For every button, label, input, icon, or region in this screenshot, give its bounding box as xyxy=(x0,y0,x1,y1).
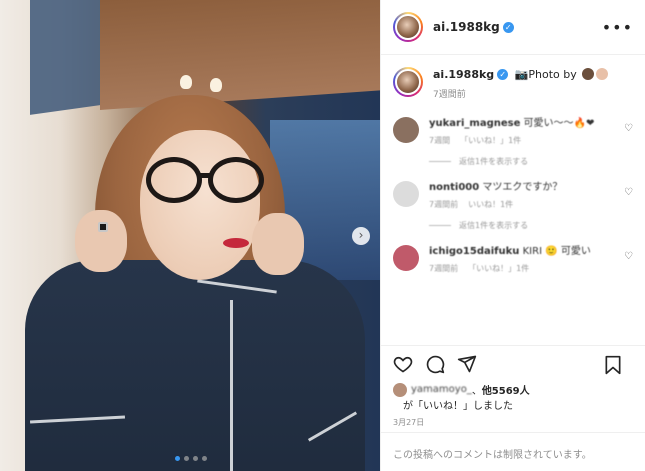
subject-face xyxy=(140,130,260,280)
comment-time[interactable]: 7週間前 xyxy=(429,200,458,209)
subject-glasses xyxy=(140,157,268,203)
subject-sweater xyxy=(25,260,365,471)
carousel-dots xyxy=(175,456,207,461)
comment-item: nonti000 マツエクですか？ 7週間前 いいね！1件 返信1件を表示する ♡ xyxy=(393,181,633,231)
likes-separator: 、 xyxy=(471,386,482,397)
carousel-next-button[interactable]: › xyxy=(352,227,370,245)
caption-text: Photo by xyxy=(528,68,577,81)
replies-divider xyxy=(429,225,451,226)
sweater-stripe xyxy=(29,415,126,424)
post-side-panel: ai.1988kg ✓ ••• ai.1988kg ✓ 📷Photo by 7週間… xyxy=(380,0,645,471)
view-replies-label: 返信1件を表示する xyxy=(459,221,529,230)
emoji-face-icon xyxy=(596,68,609,80)
view-replies-label: 返信1件を表示する xyxy=(459,157,529,166)
sweater-stripe xyxy=(307,411,358,442)
subject-hand-left xyxy=(75,210,127,272)
comment-text: 可愛い〜〜🔥❤ xyxy=(523,118,595,129)
author-avatar[interactable] xyxy=(393,12,423,42)
photo-subject xyxy=(20,95,370,471)
comment-text: KIRI 🙂 可愛い xyxy=(522,246,591,257)
post-caption: ai.1988kg ✓ 📷Photo by 7週間前 xyxy=(393,67,633,103)
view-replies-button[interactable]: 返信1件を表示する xyxy=(429,156,614,167)
comment-like-heart-icon[interactable]: ♡ xyxy=(624,187,633,198)
ceiling-light xyxy=(180,75,192,89)
emoji-face-icon xyxy=(582,68,595,80)
sweater-stripe xyxy=(230,300,233,471)
sweater-stripe xyxy=(197,279,277,294)
comment-meta: 7週間前 いいね！1件 xyxy=(429,199,614,210)
background-ceiling xyxy=(100,0,380,111)
subject-hand-right xyxy=(252,213,304,275)
commenter-username[interactable]: ichigo15daifuku xyxy=(429,246,519,257)
comment-item: yukari_magnese 可愛い〜〜🔥❤ 7週間 「いいね！」1件 返信1件を… xyxy=(393,117,633,167)
carousel-dot xyxy=(202,456,207,461)
verified-badge-icon: ✓ xyxy=(502,21,514,33)
comment-likes[interactable]: いいね！1件 xyxy=(468,200,513,209)
comment-line: yukari_magnese 可愛い〜〜🔥❤ xyxy=(429,117,614,131)
comment-body: nonti000 マツエクですか？ 7週間前 いいね！1件 返信1件を表示する xyxy=(429,181,614,231)
comment-likes[interactable]: 「いいね！」1件 xyxy=(468,264,529,273)
comment-like-heart-icon[interactable]: ♡ xyxy=(624,251,633,262)
replies-divider xyxy=(429,161,451,162)
caption-avatar-image xyxy=(395,69,421,95)
caption-avatar[interactable] xyxy=(393,67,423,97)
more-options-icon[interactable]: ••• xyxy=(602,18,633,37)
comment-time[interactable]: 7週間 xyxy=(429,136,450,145)
comment-like-heart-icon[interactable]: ♡ xyxy=(624,123,633,134)
comments-restricted-notice: この投稿へのコメントは制限されています。 xyxy=(381,432,645,471)
glasses-lens-right xyxy=(208,157,264,203)
comment-time[interactable]: 7週間前 xyxy=(429,264,458,273)
ceiling-light xyxy=(210,78,222,92)
bookmark-icon[interactable] xyxy=(604,355,622,378)
post-header: ai.1988kg ✓ ••• xyxy=(381,0,645,55)
caption-username[interactable]: ai.1988kg xyxy=(433,68,494,81)
likes-count[interactable]: 他5569人 xyxy=(482,382,530,397)
comment-likes[interactable]: 「いいね！」1件 xyxy=(460,136,521,145)
heart-icon[interactable] xyxy=(393,354,413,377)
comment-line: ichigo15daifuku KIRI 🙂 可愛い xyxy=(429,245,614,259)
commenter-avatar[interactable] xyxy=(393,245,419,271)
verified-badge-icon: ✓ xyxy=(497,69,509,80)
caption-text-block: ai.1988kg ✓ 📷Photo by 7週間前 xyxy=(433,67,609,103)
comment-line: nonti000 マツエクですか？ xyxy=(429,181,614,195)
subject-ring xyxy=(98,222,108,232)
comment-meta: 7週間前 「いいね！」1件 xyxy=(429,263,614,274)
author-username[interactable]: ai.1988kg xyxy=(433,20,500,34)
view-replies-button[interactable]: 返信1件を表示する xyxy=(429,220,614,231)
carousel-dot xyxy=(193,456,198,461)
comment-icon[interactable] xyxy=(425,354,445,377)
post-photo[interactable]: › xyxy=(0,0,380,471)
post-actions-bar xyxy=(381,345,645,385)
subject-lips xyxy=(223,238,249,248)
carousel-dot xyxy=(184,456,189,461)
carousel-dot xyxy=(175,456,180,461)
comment-text: マツエクですか？ xyxy=(482,182,563,193)
caption-time[interactable]: 7週間前 xyxy=(433,88,608,103)
commenter-username[interactable]: yukari_magnese xyxy=(429,118,520,129)
likes-suffix: が「いいね！」しました xyxy=(403,401,513,412)
glasses-lens-left xyxy=(146,157,202,203)
comment-item: ichigo15daifuku KIRI 🙂 可愛い 7週間前 「いいね！」1件 … xyxy=(393,245,633,274)
likes-summary[interactable]: yamamoyo_、他5569人 xyxy=(393,382,530,397)
commenter-avatar[interactable] xyxy=(393,117,419,143)
post-date[interactable]: 3月27日 xyxy=(393,417,424,428)
commenter-username[interactable]: nonti000 xyxy=(429,182,479,193)
liker-avatar[interactable] xyxy=(393,382,407,397)
comment-body: yukari_magnese 可愛い〜〜🔥❤ 7週間 「いいね！」1件 返信1件を… xyxy=(429,117,614,167)
commenter-avatar[interactable] xyxy=(393,181,419,207)
comments-list[interactable]: ai.1988kg ✓ 📷Photo by 7週間前 yukari_magnese… xyxy=(381,55,645,345)
share-icon[interactable] xyxy=(457,354,477,377)
author-avatar-image xyxy=(395,14,421,40)
camera-icon: 📷 xyxy=(514,68,529,81)
comment-meta: 7週間 「いいね！」1件 xyxy=(429,135,614,146)
liker-username[interactable]: yamamoyo_ xyxy=(411,384,472,395)
comment-body: ichigo15daifuku KIRI 🙂 可愛い 7週間前 「いいね！」1件 xyxy=(429,245,614,274)
